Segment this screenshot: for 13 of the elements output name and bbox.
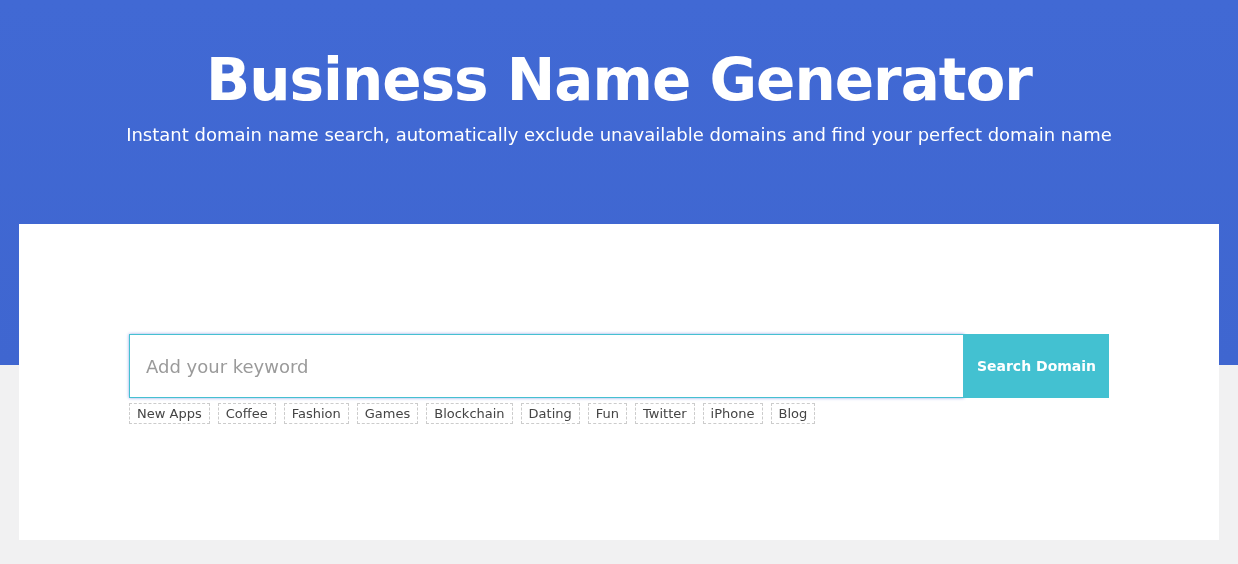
suggestion-tag[interactable]: Coffee [217,403,276,424]
suggestion-tag[interactable]: Fun [587,403,628,424]
suggestion-tag[interactable]: iPhone [702,403,763,424]
suggestion-tag[interactable]: Fashion [283,403,349,424]
page-title: Business Name Generator [206,45,1032,116]
suggestion-tag[interactable]: Blog [770,403,816,424]
suggestion-tag[interactable]: Twitter [635,403,695,424]
suggestion-tag[interactable]: Blockchain [426,403,513,424]
suggestion-tag[interactable]: New Apps [129,403,210,424]
suggestion-tag[interactable]: Games [356,403,419,424]
page-subtitle: Instant domain name search, automatically exclude unavailable domains and find your perfect domain name [126,123,1112,147]
keyword-field[interactable]: Add your keyword [129,334,964,398]
suggestion-tag[interactable]: Dating [520,403,580,424]
